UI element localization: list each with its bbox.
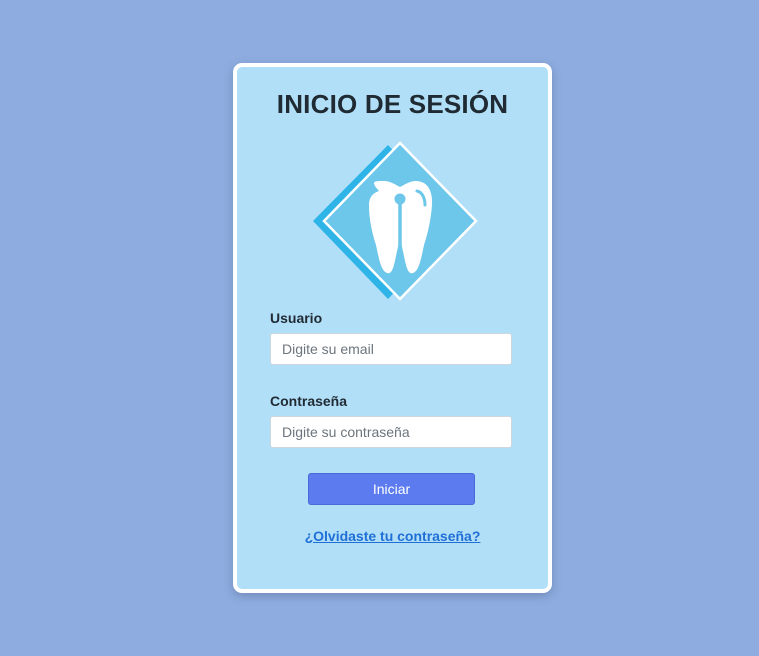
forgot-password-link[interactable]: ¿Olvidaste tu contraseña? [237,528,548,544]
password-input[interactable] [270,416,512,448]
username-label: Usuario [270,310,323,326]
password-label: Contraseña [270,393,348,409]
page-title: INICIO DE SESIÓN [276,89,509,119]
login-button[interactable]: Iniciar [308,473,475,505]
tooth-diamond-icon [313,141,478,301]
email-input[interactable] [270,333,512,365]
login-card: INICIO DE SESIÓN Usuario Contraseña Inic… [233,63,552,593]
